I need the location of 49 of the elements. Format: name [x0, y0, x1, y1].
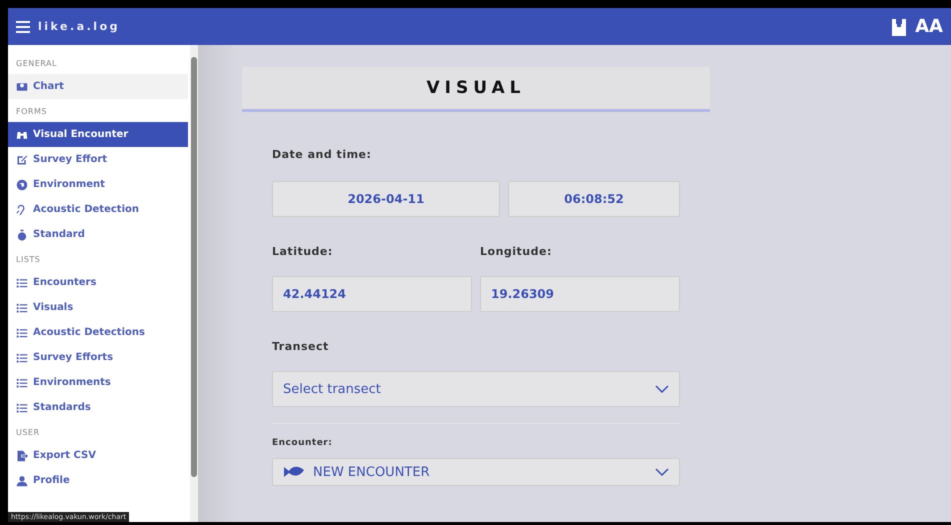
sidebar-item[interactable]: Visuals: [8, 295, 188, 320]
file-export-icon: [16, 450, 28, 462]
sidebar-item[interactable]: Survey Efforts: [8, 345, 188, 370]
field-label: Encounter:: [272, 438, 334, 448]
encounter-select[interactable]: NEW ENCOUNTER: [272, 458, 680, 486]
sidebar-item[interactable]: Profile: [8, 468, 188, 493]
field-label: Transect: [272, 340, 330, 353]
edit-icon: [16, 154, 28, 166]
section-heading: USER: [15, 427, 41, 439]
section-heading: FORMS: [15, 106, 48, 118]
sidebar-item[interactable]: Environment: [8, 172, 188, 197]
transect-select[interactable]: Select transect: [272, 371, 680, 407]
field-label: Date and time:: [272, 148, 372, 161]
user-initials[interactable]: AA: [915, 16, 943, 37]
sidebar-item[interactable]: Visual Encounter: [8, 122, 188, 147]
list-icon: [16, 402, 28, 414]
menu-icon[interactable]: [16, 20, 30, 32]
field-label: Longitude:: [480, 245, 553, 258]
form-title: VISUAL: [426, 78, 526, 98]
map-icon: [16, 80, 28, 92]
sidebar-item[interactable]: Acoustic Detection: [8, 197, 188, 222]
latitude-field[interactable]: 42.44124: [272, 276, 472, 312]
list-icon: [16, 302, 28, 314]
sidebar-item[interactable]: Chart: [8, 74, 188, 99]
fish-icon: [283, 464, 305, 480]
list-icon: [16, 326, 28, 338]
field-label: Latitude:: [272, 245, 334, 258]
sidebar-item[interactable]: Encounters: [8, 270, 188, 295]
list-icon: [16, 276, 28, 288]
section-heading: GENERAL: [15, 58, 58, 70]
user-icon: [16, 474, 28, 486]
chevron-down-icon: [655, 468, 669, 476]
sidebar-item[interactable]: Standards: [8, 395, 188, 420]
section-heading: LISTS: [15, 254, 42, 266]
date-field[interactable]: 2026-04-11: [272, 181, 500, 217]
app-title: like.a.log: [38, 20, 120, 33]
scrollbar-thumb[interactable]: [191, 57, 197, 477]
list-icon: [16, 376, 28, 388]
sidebar-item[interactable]: Environments: [8, 370, 188, 395]
stopwatch-icon: [16, 228, 28, 240]
chevron-down-icon: [655, 385, 669, 393]
sidebar-item[interactable]: Standard: [8, 222, 188, 247]
time-field[interactable]: 06:08:52: [508, 181, 680, 217]
list-icon: [16, 352, 28, 364]
sidebar-item[interactable]: Acoustic Detections: [8, 320, 188, 345]
sidebar-item[interactable]: Survey Effort: [8, 147, 188, 172]
globe-icon: [16, 178, 28, 190]
sidebar-item[interactable]: Export CSV: [8, 443, 188, 468]
longitude-field[interactable]: 19.26309: [480, 276, 680, 312]
